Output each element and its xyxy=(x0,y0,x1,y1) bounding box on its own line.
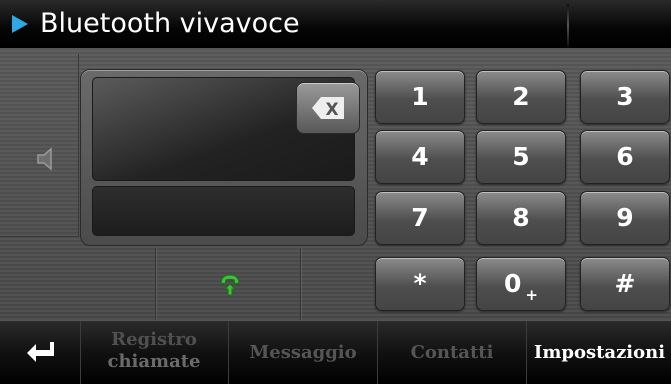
key-0[interactable]: 0 + xyxy=(476,257,566,311)
key-4[interactable]: 4 xyxy=(375,130,465,184)
play-icon xyxy=(12,15,28,33)
key-3[interactable]: 3 xyxy=(580,70,670,124)
backspace-icon: X xyxy=(312,97,344,120)
key-star[interactable]: * xyxy=(375,257,465,311)
backspace-label: X xyxy=(325,100,338,120)
back-button[interactable] xyxy=(0,321,80,384)
phone-call-icon xyxy=(220,274,240,296)
key-9[interactable]: 9 xyxy=(580,191,670,245)
bottom-bar: Registro chiamate Messaggio Contatti Imp… xyxy=(0,320,671,384)
tab-label-line2: chiamate xyxy=(107,351,201,372)
key-2[interactable]: 2 xyxy=(476,70,566,124)
tab-label-line1: Registro xyxy=(111,329,197,350)
key-5[interactable]: 5 xyxy=(476,130,566,184)
status-display xyxy=(92,186,355,236)
key-hash[interactable]: # xyxy=(580,257,670,311)
back-arrow-icon xyxy=(27,342,54,362)
tab-label: Contatti xyxy=(410,342,494,363)
call-button[interactable] xyxy=(156,248,300,320)
page-title: Bluetooth vivavoce xyxy=(40,8,300,39)
key-1[interactable]: 1 xyxy=(375,70,465,124)
tab-contatti: Contatti xyxy=(377,321,526,384)
tab-messaggio: Messaggio xyxy=(228,321,377,384)
key-7[interactable]: 7 xyxy=(375,191,465,245)
key-0-label: 0 xyxy=(504,269,522,298)
backspace-button[interactable]: X xyxy=(296,82,360,134)
header-divider xyxy=(567,4,569,46)
tab-label: Messaggio xyxy=(249,342,357,363)
tab-registro-chiamate: Registro chiamate xyxy=(80,321,227,384)
key-8[interactable]: 8 xyxy=(476,191,566,245)
speaker-icon[interactable] xyxy=(36,146,56,172)
divider xyxy=(300,248,301,320)
title-bar: Bluetooth vivavoce xyxy=(0,0,671,49)
key-0-plus: + xyxy=(525,286,538,304)
tab-label: Impostazioni xyxy=(533,342,666,363)
tab-impostazioni[interactable]: Impostazioni xyxy=(526,321,671,384)
key-6[interactable]: 6 xyxy=(580,130,670,184)
